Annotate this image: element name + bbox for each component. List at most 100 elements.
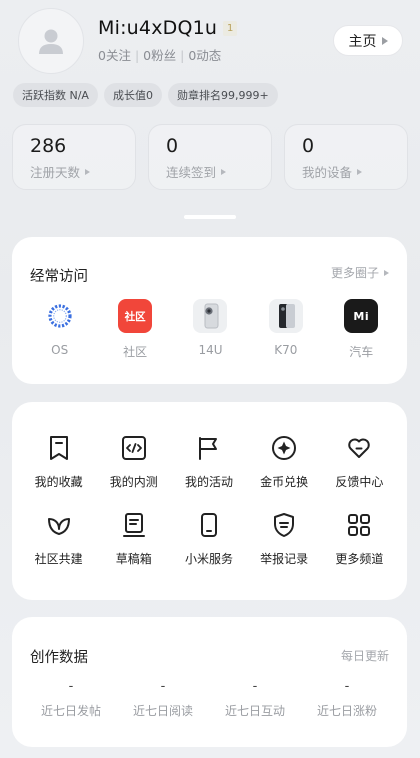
feature-activities[interactable]: 我的活动 <box>171 435 246 490</box>
creation-item-followers[interactable]: - 近七日涨粉 <box>301 679 393 719</box>
creation-value: - <box>252 679 258 694</box>
creation-label: 近七日阅读 <box>132 704 193 718</box>
followers-count[interactable]: 0粉丝 <box>143 48 176 63</box>
feature-community-build[interactable]: 社区共建 <box>21 512 96 567</box>
draft-icon <box>121 512 147 538</box>
feature-label: 草稿箱 <box>115 552 152 566</box>
user-avatar-icon <box>39 29 63 54</box>
feature-label: 社区共建 <box>34 552 83 566</box>
visit-item-14u[interactable]: 14U <box>173 299 248 360</box>
drag-handle[interactable] <box>184 215 236 219</box>
more-circles-link[interactable]: 更多圈子 <box>331 264 389 281</box>
stats-divider: | <box>180 48 185 63</box>
stat-value: 0 <box>302 135 315 157</box>
stat-label-text: 注册天数 <box>30 165 81 180</box>
features-grid: 我的收藏 我的内测 我的活动 金币兑换 反馈中心 社区共建 草稿箱 小米服务 举… <box>12 435 407 567</box>
bottom-edge <box>0 752 420 758</box>
activity-chip[interactable]: 活跃指数 N/A <box>13 83 98 107</box>
visit-label: 社区 <box>123 345 148 359</box>
visit-label: K70 <box>274 343 298 357</box>
feature-label: 我的活动 <box>184 475 233 489</box>
feature-label: 我的内测 <box>109 475 158 489</box>
visit-item-os[interactable]: OS <box>22 299 97 360</box>
flag-icon <box>196 435 222 461</box>
bookmark-icon <box>46 435 72 461</box>
profile-header: Mi:u4xDQ1u 1 0关注 | 0粉丝 | 0动态 主页 <box>0 0 420 80</box>
avatar[interactable] <box>18 8 84 74</box>
visit-item-community[interactable]: 社区 社区 <box>97 299 172 360</box>
feature-favorites[interactable]: 我的收藏 <box>21 435 96 490</box>
coin-icon <box>271 435 297 461</box>
creation-item-interactions[interactable]: - 近七日互动 <box>209 679 301 719</box>
heart-icon <box>346 435 372 461</box>
triangle-right-icon <box>384 269 389 276</box>
following-count[interactable]: 0关注 <box>98 48 131 63</box>
stats-divider: | <box>134 48 140 63</box>
medal-rank-chip[interactable]: 勋章排名99,999+ <box>167 83 278 107</box>
creation-value: - <box>68 679 74 694</box>
home-button-label: 主页 <box>348 33 377 50</box>
feature-feedback[interactable]: 反馈中心 <box>322 435 397 490</box>
daily-update-note: 每日更新 <box>340 649 389 663</box>
creation-value: - <box>160 679 166 694</box>
feature-label: 更多频道 <box>335 552 384 566</box>
stat-card-register-days[interactable]: 286 注册天数 <box>12 124 136 190</box>
username-row: Mi:u4xDQ1u 1 <box>98 17 238 39</box>
feature-label: 金币兑换 <box>260 475 309 489</box>
stat-label-text: 连续签到 <box>166 165 217 180</box>
car-logo-text: Mi <box>353 309 370 323</box>
code-icon <box>121 435 147 461</box>
visit-label: 汽车 <box>349 345 374 359</box>
stat-label: 我的设备 <box>302 162 407 181</box>
stat-label: 注册天数 <box>30 162 135 181</box>
features-panel: 我的收藏 我的内测 我的活动 金币兑换 反馈中心 社区共建 草稿箱 小米服务 举… <box>12 402 407 600</box>
feature-report-records[interactable]: 举报记录 <box>247 512 322 567</box>
growth-chip[interactable]: 成长值0 <box>103 83 162 107</box>
leaf-icon <box>46 512 72 538</box>
feature-drafts[interactable]: 草稿箱 <box>96 512 171 567</box>
visit-label: 14U <box>198 343 223 357</box>
stat-card-devices[interactable]: 0 我的设备 <box>284 124 408 190</box>
creation-label: 近七日涨粉 <box>316 704 377 718</box>
visit-label: OS <box>51 343 69 357</box>
car-logo-icon: Mi <box>344 299 379 333</box>
creation-data-title: 创作数据 <box>30 650 88 666</box>
visit-item-k70[interactable]: K70 <box>248 299 323 360</box>
stat-label: 连续签到 <box>166 162 271 181</box>
user-metric-chips: 活跃指数 N/A 成长值0 勋章排名99,999+ <box>13 83 278 107</box>
home-button[interactable]: 主页 <box>333 25 403 56</box>
os-ring-icon <box>42 299 77 333</box>
triangle-right-icon <box>357 168 363 175</box>
creation-item-reads[interactable]: - 近七日阅读 <box>117 679 209 719</box>
feature-more-channels[interactable]: 更多频道 <box>322 512 397 567</box>
creation-item-posts[interactable]: - 近七日发帖 <box>25 679 117 719</box>
stat-card-checkin[interactable]: 0 连续签到 <box>148 124 272 190</box>
visit-item-car[interactable]: Mi 汽车 <box>324 299 399 360</box>
creation-data-list: - 近七日发帖 - 近七日阅读 - 近七日互动 - 近七日涨粉 <box>12 679 407 719</box>
level-badge[interactable]: 1 <box>223 20 238 36</box>
stat-value: 0 <box>166 135 179 157</box>
feature-label: 我的收藏 <box>34 475 83 489</box>
stat-cards: 286 注册天数 0 连续签到 0 我的设备 <box>12 124 408 190</box>
feature-coin-exchange[interactable]: 金币兑换 <box>247 435 322 490</box>
grid-icon <box>346 512 372 538</box>
phone-k70-icon <box>268 299 303 333</box>
feature-label: 小米服务 <box>184 552 233 566</box>
triangle-right-icon <box>221 168 227 175</box>
feature-label: 举报记录 <box>260 552 309 566</box>
feature-xiaomi-service[interactable]: 小米服务 <box>171 512 246 567</box>
phone-14u-icon <box>193 299 228 333</box>
username[interactable]: Mi:u4xDQ1u <box>98 17 217 39</box>
device-icon <box>196 512 222 538</box>
chevron-right-icon <box>381 36 388 45</box>
creation-label: 近七日互动 <box>224 704 285 718</box>
posts-count[interactable]: 0动态 <box>188 48 221 63</box>
frequent-visits-list: OS 社区 社区 14U K70 Mi 汽车 <box>12 299 407 360</box>
stat-label-text: 我的设备 <box>302 165 353 180</box>
more-circles-label: 更多圈子 <box>330 266 379 280</box>
community-icon: 社区 <box>118 299 153 333</box>
creation-data-panel: 创作数据 每日更新 - 近七日发帖 - 近七日阅读 - 近七日互动 - 近七日涨… <box>12 617 407 747</box>
feature-label: 反馈中心 <box>335 475 384 489</box>
frequent-visits-panel: 经常访问 更多圈子 OS 社区 社区 14U K70 Mi 汽车 <box>12 237 407 384</box>
feature-beta[interactable]: 我的内测 <box>96 435 171 490</box>
